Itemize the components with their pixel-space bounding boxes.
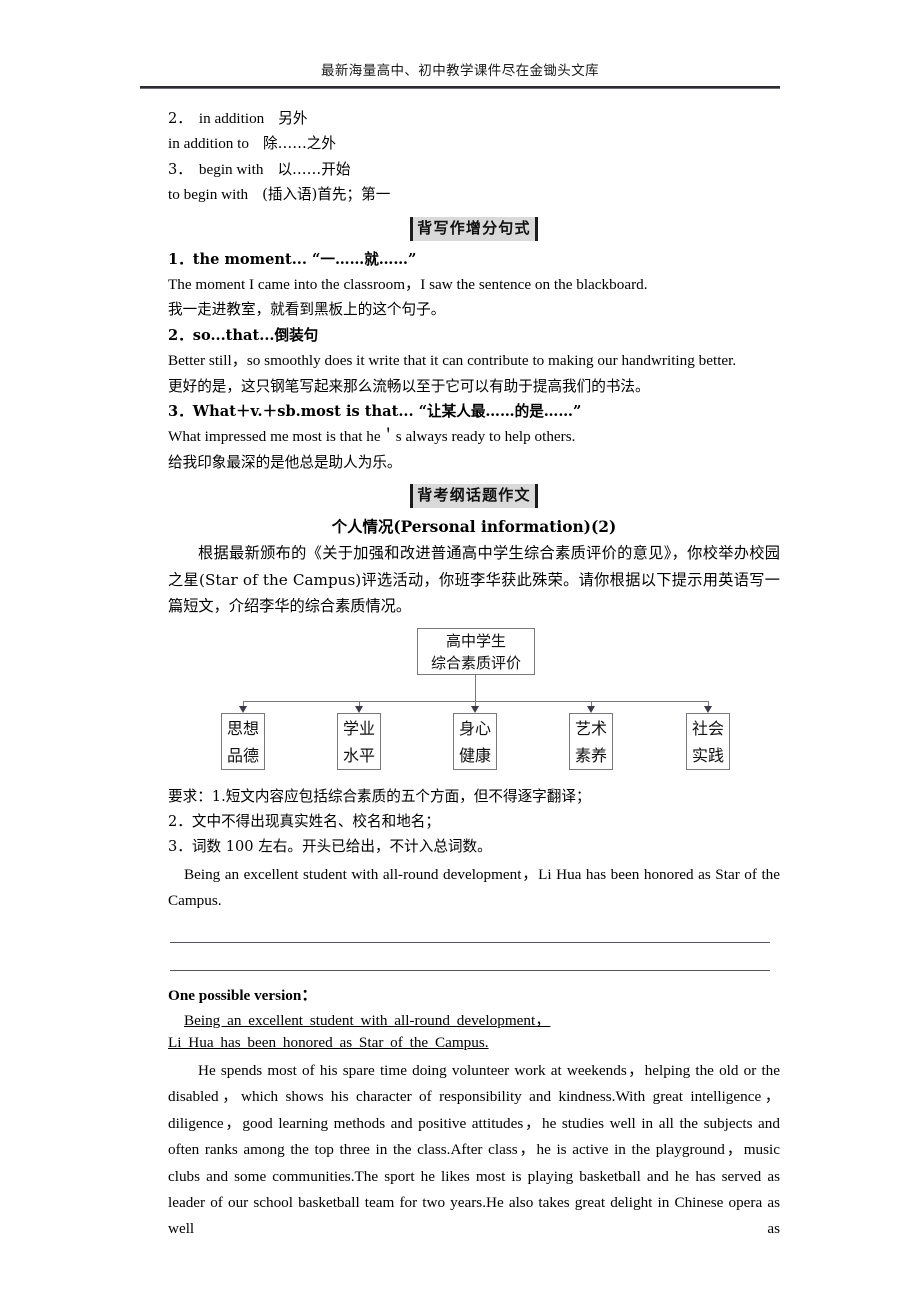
- composition-prompt: 根据最新颁布的《关于加强和改进普通高中学生综合素质评价的意见》，你校举办校园之星…: [168, 544, 780, 616]
- document-page: 最新海量高中、初中教学课件尽在金锄头文库 2． in addition 另外 in …: [0, 0, 920, 1302]
- section-banner-sentences: 背写作增分句式: [410, 216, 538, 241]
- diagram-root-line1: 高中学生: [445, 631, 506, 650]
- phrase-term: begin with: [198, 160, 264, 178]
- requirement-list: 要求：1.短文内容应包括综合素质的五个方面，但不得逐字翻译； 2．文中不得出现真…: [168, 784, 780, 860]
- sentence-pattern-list: 1．the moment... “一……就……” The moment I ca…: [168, 247, 780, 476]
- answer-opening-line1: Being an excellent student with all‐roun…: [184, 1011, 551, 1029]
- diagram-arrow-icon: [471, 705, 479, 713]
- phrase-gloss: 以……开始: [277, 160, 351, 178]
- diagram-leaf-line2: 健康: [458, 745, 491, 765]
- diagram-leaf-line1: 艺术: [574, 718, 607, 738]
- phrase-item: 2． in addition 另外: [168, 106, 780, 131]
- running-header-text: 最新海量高中、初中教学课件尽在金锄头文库: [321, 63, 599, 78]
- sentence-pattern-heading: 2．so...that...倒装句: [168, 326, 319, 344]
- diagram-leaf-line1: 学业: [342, 718, 375, 738]
- running-header: 最新海量高中、初中教学课件尽在金锄头文库: [140, 62, 780, 80]
- header-divider-rule: [140, 86, 780, 89]
- phrase-term: in addition to: [168, 135, 249, 153]
- answer-body-paragraph: He spends most of his spare time doing v…: [168, 1061, 780, 1238]
- requirement-item: 3．词数 100 左右。开头已给出，不计入总词数。: [168, 838, 492, 856]
- diagram-leaf-box: 艺术 素养: [569, 712, 613, 770]
- phrase-item: 3． begin with 以……开始: [168, 157, 780, 182]
- section-banner-composition-wrap: 背考纲话题作文: [168, 484, 780, 509]
- answer-blank-line[interactable]: [170, 969, 770, 971]
- diagram-leaf-line1: 社会: [691, 718, 724, 738]
- diagram-leaf-box: 学业 水平: [337, 712, 381, 770]
- phrase-gloss: 除……之外: [263, 135, 336, 153]
- sentence-pattern-heading: 1．the moment... “一……就……”: [168, 250, 417, 268]
- diagram-root-line2: 综合素质评价: [430, 653, 521, 672]
- sentence-pattern-english: The moment I came into the classroom，I s…: [168, 276, 648, 294]
- composition-title: 个人情况(Personal information)(2): [331, 518, 617, 537]
- diagram-leaf-line1: 思想: [226, 718, 259, 738]
- diagram-leaf-box: 社会 实践: [686, 712, 730, 770]
- diagram-leaf-line2: 品德: [226, 745, 259, 765]
- document-body: 2． in addition 另外 in addition to 除……之外 3． be…: [168, 106, 780, 1269]
- sentence-pattern-chinese: 给我印象最深的是他总是助人为乐。: [168, 453, 402, 471]
- phrase-item: in addition to 除……之外: [168, 131, 780, 156]
- answer-opening-cont: Li Hua has been honored as Star of the C…: [168, 1030, 780, 1056]
- sentence-pattern-chinese: 更好的是，这只钢笔写起来那么流畅以至于它可以有助于提高我们的书法。: [168, 377, 650, 395]
- phrase-term: in addition: [198, 110, 265, 127]
- diagram-arrow-icon: [587, 705, 595, 713]
- diagram-leaf-line2: 实践: [691, 745, 724, 765]
- sentence-pattern-chinese: 我一走进教室，就看到黑板上的这个句子。: [168, 301, 446, 319]
- assessment-diagram: 高中学生 综合素质评价 思想 品德 学业 水平 身心 健康 艺术 素养 社会 实…: [168, 626, 780, 784]
- diagram-arrow-icon: [239, 705, 247, 713]
- phrase-list: 2． in addition 另外 in addition to 除……之外 3． be…: [168, 106, 780, 208]
- diagram-trunk-line: [475, 674, 476, 701]
- sentence-pattern-english: Better still，so smoothly does it write t…: [168, 352, 737, 370]
- diagram-root-box: 高中学生 综合素质评价: [417, 627, 535, 675]
- diagram-leaf-box: 身心 健康: [453, 712, 497, 770]
- phrase-number: 3．: [168, 160, 192, 178]
- diagram-arrow-icon: [355, 705, 363, 713]
- diagram-leaf-box: 思想 品德: [221, 712, 265, 770]
- phrase-item: to begin with (插入语)首先；第一: [168, 182, 780, 207]
- given-opening-text: Being an excellent student with all‐roun…: [168, 865, 780, 910]
- answer-blank-gap: [168, 943, 780, 970]
- requirement-item: 要求：1.短文内容应包括综合素质的五个方面，但不得逐字翻译；: [168, 787, 591, 805]
- sentence-pattern-heading: 3．What＋v.＋sb.most is that... “让某人最……的是………: [168, 403, 582, 421]
- diagram-leaf-line2: 水平: [342, 745, 375, 765]
- section-banner-composition: 背考纲话题作文: [410, 484, 538, 509]
- phrase-number: 2．: [168, 110, 192, 127]
- answer-label: One possible version：: [168, 986, 317, 1004]
- sentence-pattern-english: What impressed me most is that he＇s alwa…: [168, 428, 576, 446]
- answer-opening-line2: Li Hua has been honored as Star of the C…: [168, 1033, 489, 1051]
- phrase-term: to begin with: [168, 186, 249, 204]
- diagram-leaf-line2: 素养: [574, 745, 607, 765]
- diagram-arrow-icon: [704, 705, 712, 713]
- diagram-leaf-line1: 身心: [458, 718, 491, 738]
- phrase-gloss: (插入语)首先；第一: [262, 186, 391, 204]
- requirement-item: 2．文中不得出现真实姓名、校名和地名；: [168, 812, 440, 830]
- phrase-gloss: 另外: [278, 110, 308, 127]
- section-banner-sentences-wrap: 背写作增分句式: [168, 216, 780, 241]
- answer-blank-gap: [168, 915, 780, 942]
